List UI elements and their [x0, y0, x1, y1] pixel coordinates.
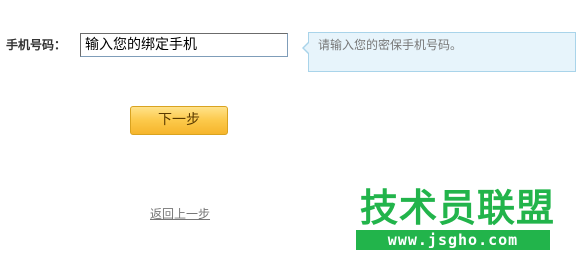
watermark-site-url: www.jsgho.com — [356, 230, 550, 250]
site-watermark: 技术员联盟 www.jsgho.com — [356, 186, 554, 252]
phone-label: 手机号码： — [6, 38, 67, 52]
back-link[interactable]: 返回上一步 — [150, 206, 210, 222]
tip-arrow-inner — [304, 42, 310, 54]
page: 手机号码： 请输入您的密保手机号码。 下一步 返回上一步 技术员联盟 www.j… — [0, 0, 588, 256]
phone-tip: 请输入您的密保手机号码。 — [302, 32, 576, 72]
watermark-site-name: 技术员联盟 — [360, 186, 556, 230]
phone-input[interactable] — [80, 33, 288, 57]
next-step-button[interactable]: 下一步 — [130, 106, 228, 135]
tip-text: 请输入您的密保手机号码。 — [318, 38, 463, 52]
